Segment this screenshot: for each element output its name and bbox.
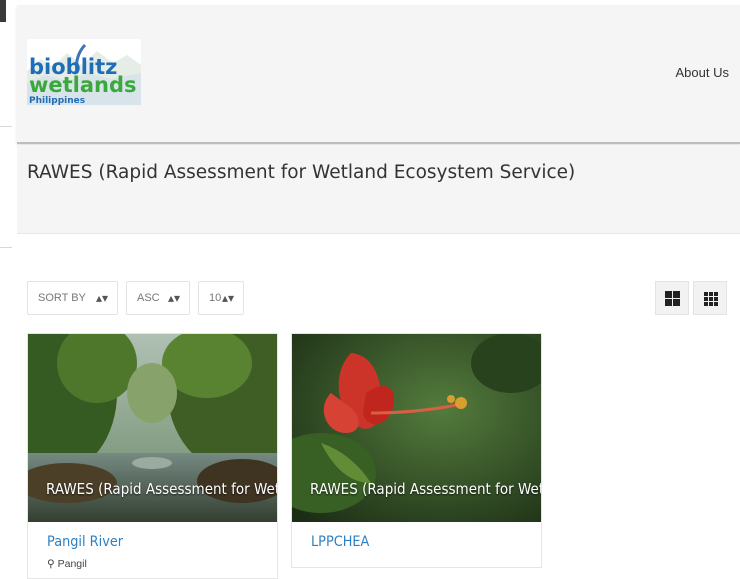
order-select[interactable]: ASC ▴▾ <box>126 281 190 315</box>
listing-card[interactable]: RAWES (Rapid Assessment for Wet LPPCHEA <box>291 333 542 568</box>
sort-arrows-icon: ▴▾ <box>167 291 180 305</box>
order-label: ASC <box>137 292 160 304</box>
per-page-select[interactable]: 10 ▴▾ <box>198 281 244 315</box>
sort-by-label: SORT BY <box>38 292 86 304</box>
view-small-grid-button[interactable] <box>693 281 727 315</box>
listing-title[interactable]: LPPCHEA <box>311 534 369 550</box>
browser-edge <box>0 0 6 22</box>
listing-category: RAWES (Rapid Assessment for Wet <box>310 480 542 498</box>
listing-location: ⚲ Pangil <box>47 558 87 570</box>
map-marker-icon: ⚲ <box>47 558 55 570</box>
site-logo[interactable]: bioblitz wetlands Philippines <box>27 39 141 105</box>
listing-image[interactable]: RAWES (Rapid Assessment for Wet <box>292 334 542 522</box>
listing-location-text: Pangil <box>57 558 87 570</box>
sort-arrows-icon: ▴▾ <box>221 291 234 305</box>
logo-text-wetlands: wetlands <box>29 73 137 97</box>
view-large-grid-button[interactable] <box>655 281 689 315</box>
per-page-label: 10 <box>209 292 222 304</box>
divider <box>0 247 12 248</box>
divider <box>0 126 12 127</box>
listing-category: RAWES (Rapid Assessment for Wet <box>46 480 278 498</box>
sort-arrows-icon: ▴▾ <box>95 291 108 305</box>
page-title-bar: RAWES (Rapid Assessment for Wetland Ecos… <box>17 145 740 234</box>
site-header: bioblitz wetlands Philippines About Us <box>17 5 740 144</box>
logo-text-philippines: Philippines <box>29 96 85 105</box>
nav-about-us[interactable]: About Us <box>676 65 729 80</box>
sort-by-select[interactable]: SORT BY ▴▾ <box>27 281 118 315</box>
listing-title[interactable]: Pangil River <box>47 534 123 550</box>
logo-graphic: bioblitz wetlands Philippines <box>27 39 141 105</box>
listing-image[interactable]: RAWES (Rapid Assessment for Wet <box>28 334 278 522</box>
page-title: RAWES (Rapid Assessment for Wetland Ecos… <box>27 162 576 183</box>
listing-card[interactable]: RAWES (Rapid Assessment for Wet Pangil R… <box>27 333 278 579</box>
